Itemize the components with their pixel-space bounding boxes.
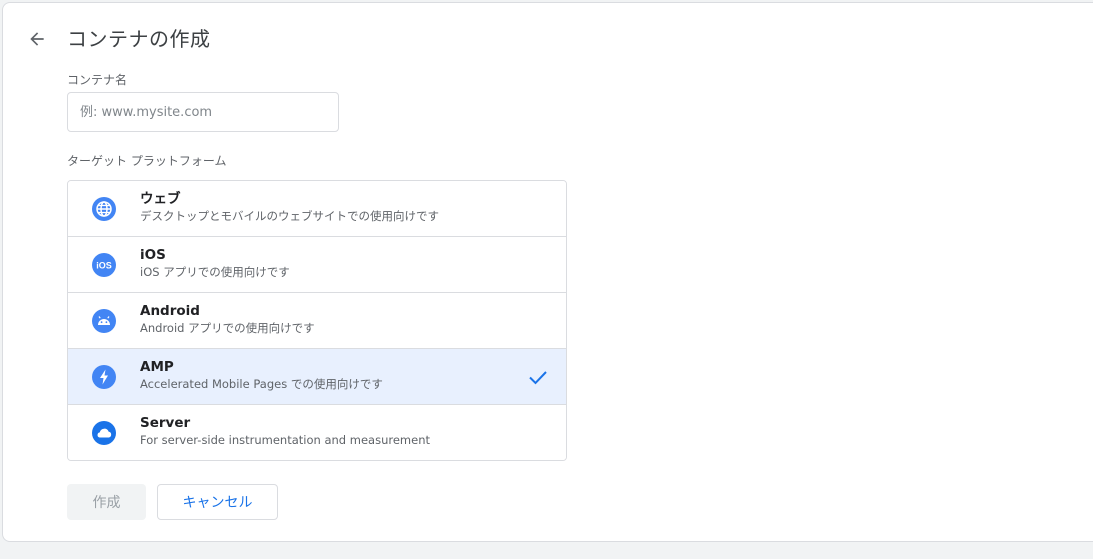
platform-title: AMP	[140, 359, 174, 375]
container-name-input[interactable]	[67, 92, 339, 132]
platform-description: デスクトップとモバイルのウェブサイトでの使用向けです	[140, 209, 439, 223]
arrow-back-icon	[30, 32, 44, 46]
platform-option-amp[interactable]: AMP Accelerated Mobile Pages での使用向けです	[68, 349, 566, 405]
platform-title: iOS	[140, 247, 166, 263]
check-icon	[529, 371, 547, 385]
page-title: コンテナの作成	[67, 27, 211, 51]
cancel-button[interactable]: キャンセル	[157, 484, 278, 520]
svg-text:iOS: iOS	[96, 261, 112, 271]
platform-option-ios[interactable]: iOS iOS iOS アプリでの使用向けです	[68, 237, 566, 293]
platform-title: Android	[140, 303, 200, 319]
platform-option-android[interactable]: Android Android アプリでの使用向けです	[68, 293, 566, 349]
create-button[interactable]: 作成	[67, 484, 146, 520]
globe-icon	[92, 197, 116, 221]
platform-list: ウェブ デスクトップとモバイルのウェブサイトでの使用向けです iOS iOS i…	[67, 180, 567, 461]
platform-option-web[interactable]: ウェブ デスクトップとモバイルのウェブサイトでの使用向けです	[68, 181, 566, 237]
target-platform-label: ターゲット プラットフォーム	[67, 154, 227, 168]
amp-bolt-icon	[92, 365, 116, 389]
platform-description: Android アプリでの使用向けです	[140, 321, 315, 335]
back-button[interactable]	[23, 25, 51, 53]
create-container-card: コンテナの作成 コンテナ名 ターゲット プラットフォーム ウェブ デスクトップと…	[2, 2, 1093, 542]
android-icon	[92, 309, 116, 333]
platform-title: Server	[140, 415, 191, 431]
platform-description: Accelerated Mobile Pages での使用向けです	[140, 377, 383, 391]
platform-title: ウェブ	[140, 191, 181, 207]
ios-icon: iOS	[92, 253, 116, 277]
platform-description: iOS アプリでの使用向けです	[140, 265, 290, 279]
cloud-icon	[92, 421, 116, 445]
platform-option-server[interactable]: Server For server-side instrumentation a…	[68, 405, 566, 460]
platform-description: For server-side instrumentation and meas…	[140, 433, 430, 447]
container-name-label: コンテナ名	[67, 73, 128, 87]
